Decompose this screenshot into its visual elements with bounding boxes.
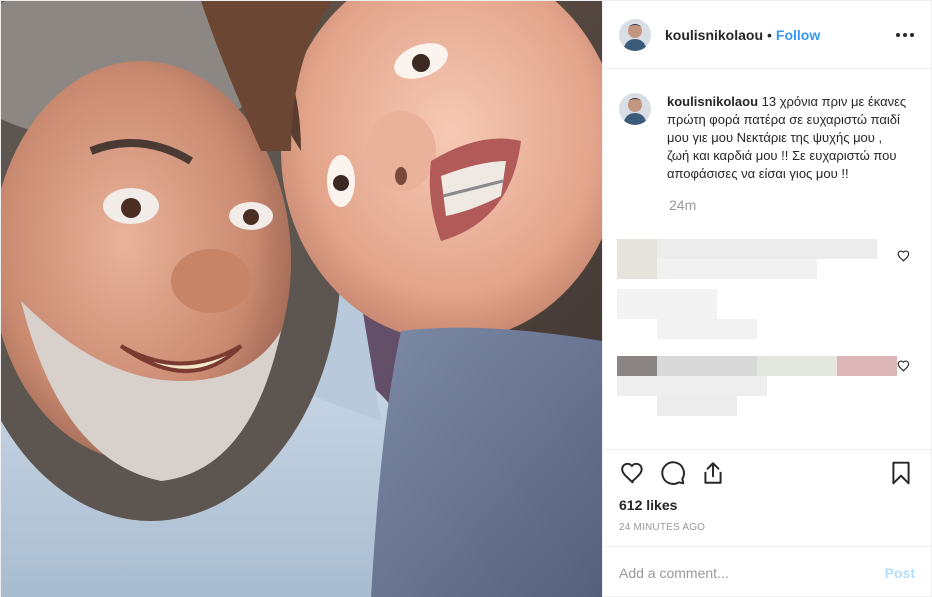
caption-time[interactable]: 24m <box>669 197 915 213</box>
caption-text: koulisnikolaou 13 χρόνια πριν με έκανες … <box>667 93 907 183</box>
selfie-image <box>1 1 602 597</box>
blurred-comment <box>617 356 897 426</box>
heart-icon[interactable] <box>619 459 647 487</box>
post-timestamp[interactable]: 24 MINUTES AGO <box>603 519 931 543</box>
header-username[interactable]: koulisnikolaou <box>665 27 763 43</box>
comment-like-icon[interactable] <box>897 359 911 373</box>
avatar-image <box>619 93 651 125</box>
more-options-icon[interactable] <box>895 25 915 45</box>
post-photo[interactable] <box>1 1 602 597</box>
comment-icon[interactable] <box>659 459 687 487</box>
caption-username[interactable]: koulisnikolaou <box>667 94 758 109</box>
caption-avatar[interactable] <box>619 93 651 125</box>
share-icon[interactable] <box>699 459 727 487</box>
avatar-image <box>619 18 651 51</box>
post-button[interactable]: Post <box>885 565 915 581</box>
instagram-post: koulisnikolaou • Follow koulisnikolaou 1… <box>0 0 932 597</box>
blurred-comment <box>617 239 887 339</box>
bookmark-icon[interactable] <box>887 459 915 487</box>
post-sidebar: koulisnikolaou • Follow koulisnikolaou 1… <box>602 1 931 597</box>
more-dot <box>910 32 914 37</box>
follow-button[interactable]: Follow <box>776 27 820 43</box>
comments-section: koulisnikolaou 13 χρόνια πριν με έκανες … <box>603 69 931 449</box>
add-comment-bar: Post <box>603 546 931 597</box>
likes-count[interactable]: 612 likes <box>603 495 931 519</box>
caption: koulisnikolaou 13 χρόνια πριν με έκανες … <box>619 93 915 183</box>
header-separator: • <box>767 26 772 43</box>
more-dot <box>896 32 900 37</box>
comment-like-icon[interactable] <box>897 249 911 263</box>
action-bar <box>603 449 931 495</box>
more-dot <box>903 32 907 37</box>
post-header: koulisnikolaou • Follow <box>603 1 931 69</box>
avatar[interactable] <box>619 18 651 51</box>
comment-input[interactable] <box>619 564 885 581</box>
